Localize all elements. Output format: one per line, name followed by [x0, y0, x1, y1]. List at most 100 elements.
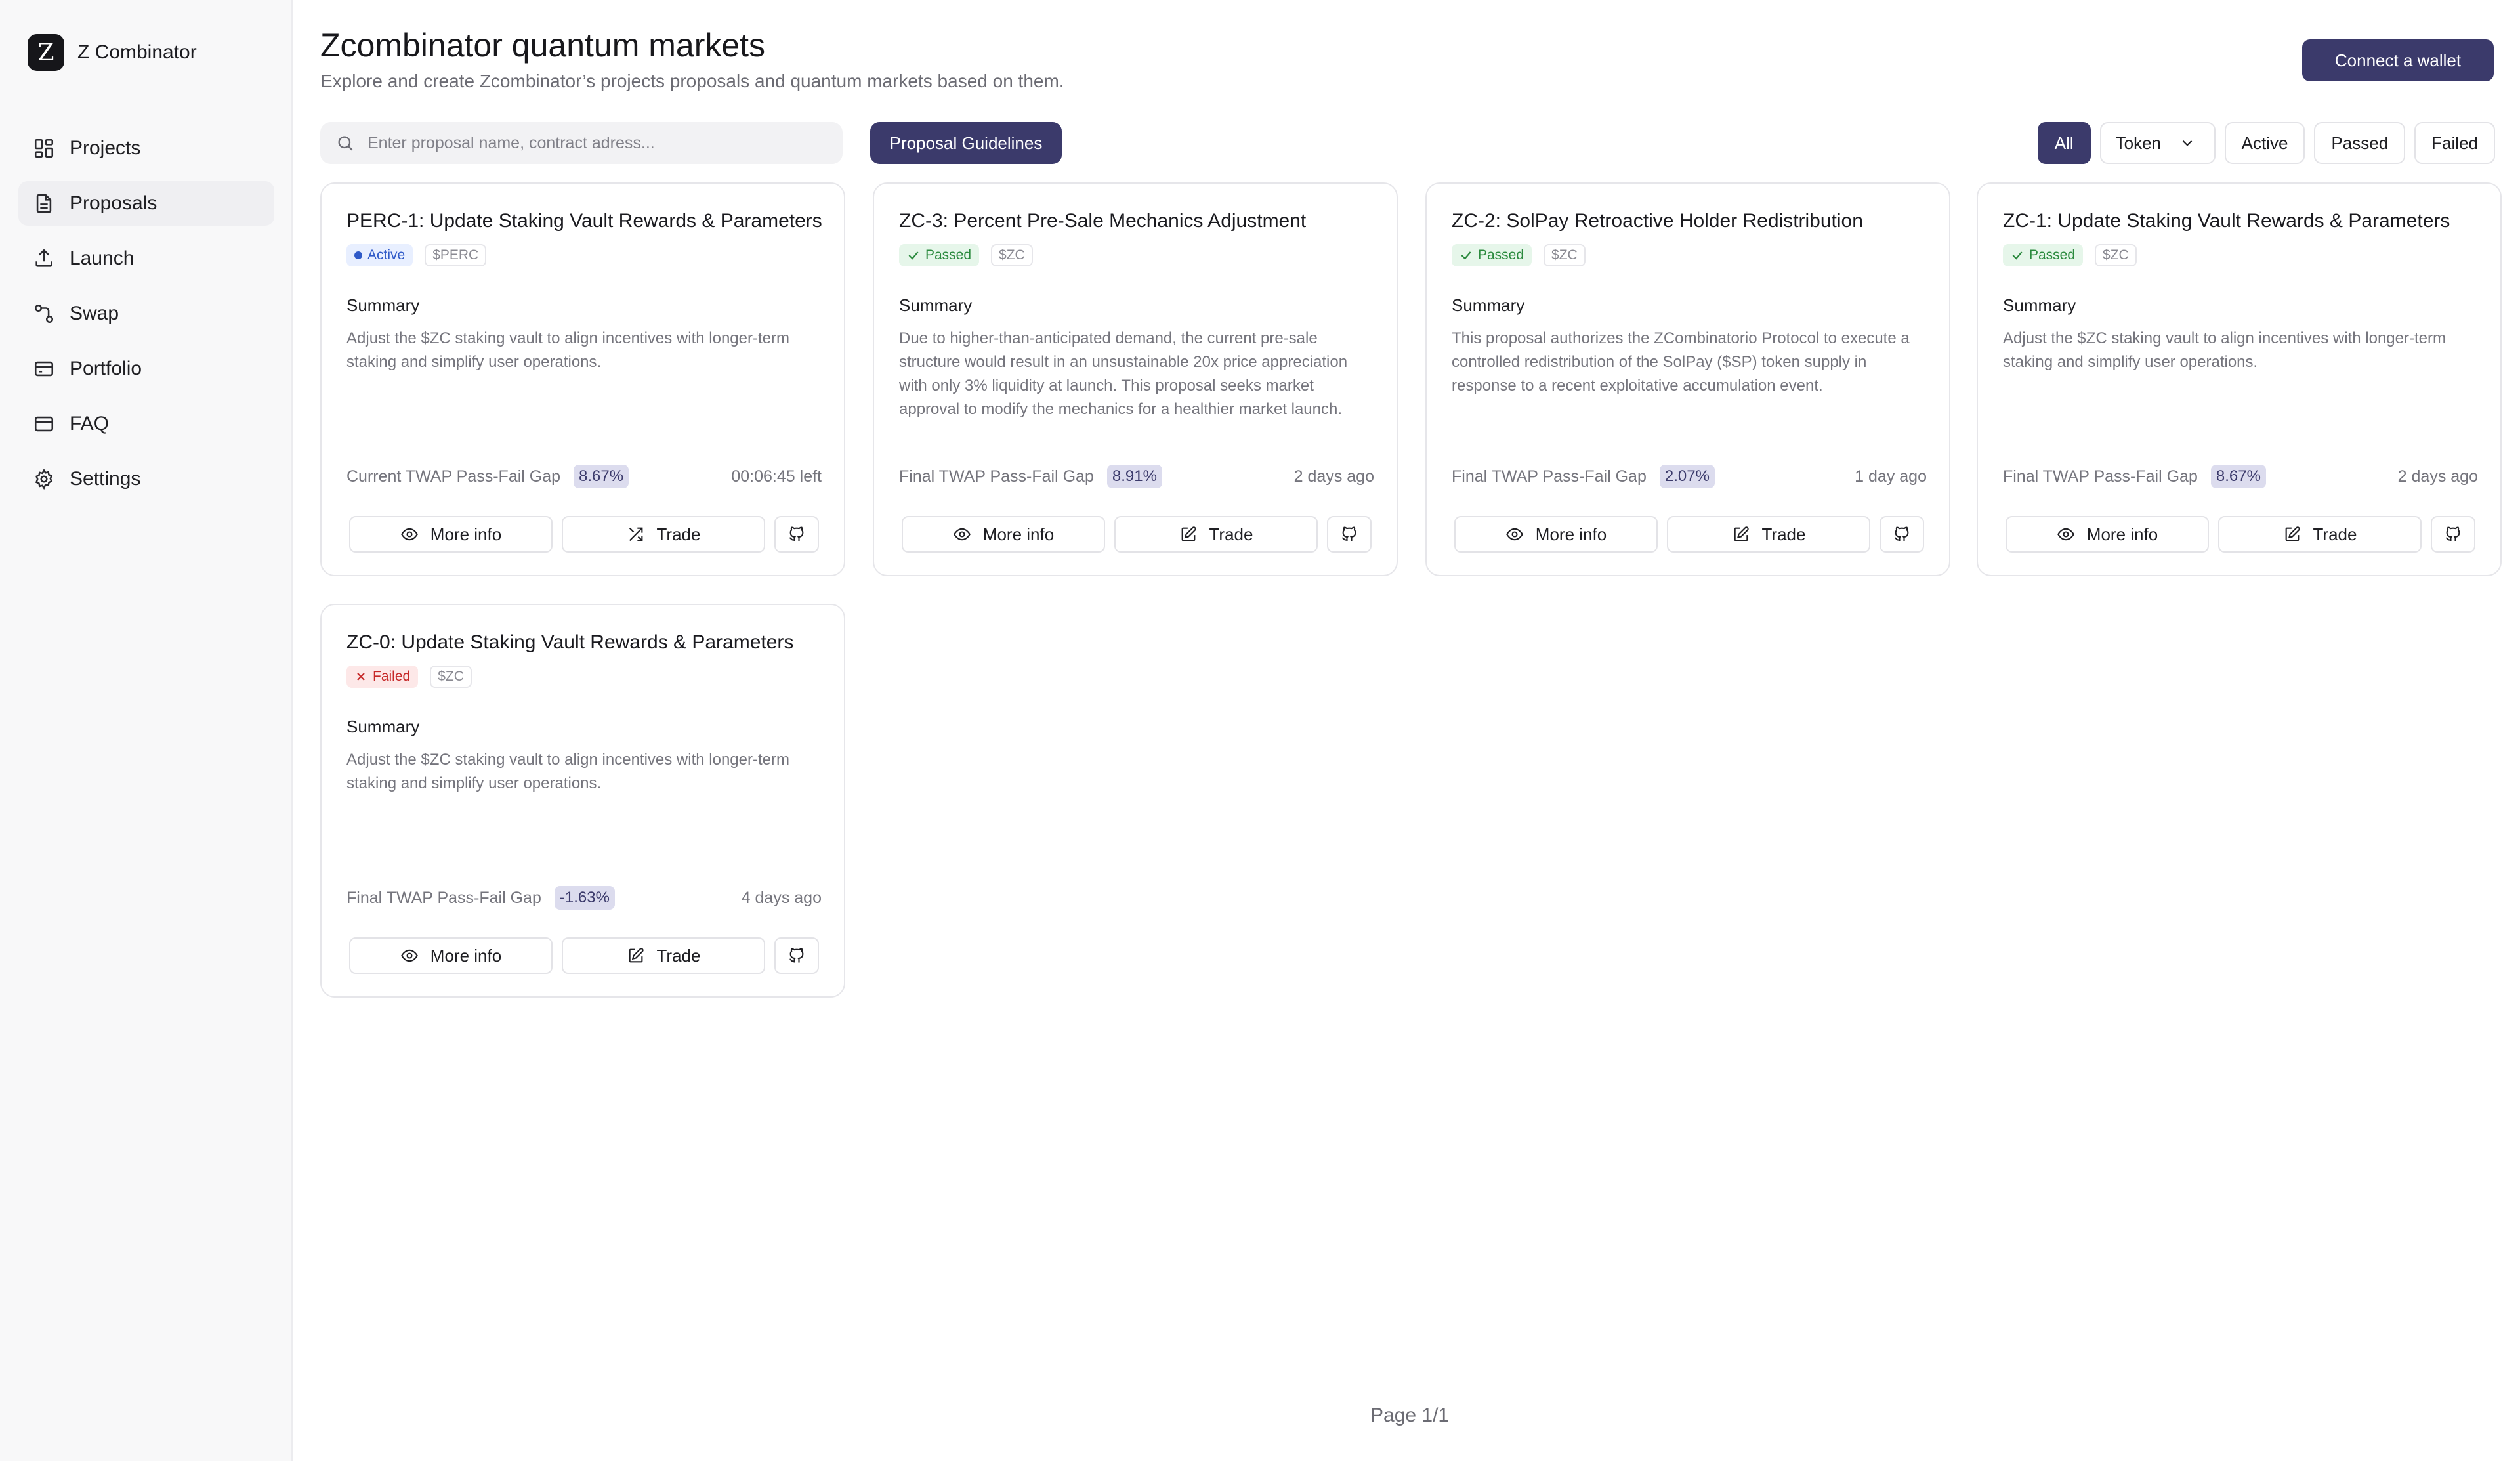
metric-label: Final TWAP Pass-Fail Gap: [1452, 467, 1647, 486]
filter-active[interactable]: Active: [2224, 122, 2305, 164]
sidebar-item-projects[interactable]: Projects: [18, 126, 274, 171]
check-icon: [1461, 251, 1471, 260]
edit-icon: [629, 948, 644, 963]
card-actions: More info Trade: [349, 937, 819, 974]
trade-button[interactable]: Trade: [562, 937, 765, 974]
proposal-card[interactable]: ZC-2: SolPay Retroactive Holder Redistri…: [1425, 182, 1950, 576]
sidebar-item-label: Launch: [70, 247, 135, 269]
sidebar-nav: Projects Proposals Launch Swap Portfolio…: [18, 126, 274, 512]
trend-arrows-icon: [629, 527, 642, 541]
time-remaining: 00:06:45 left: [731, 467, 822, 486]
chevron-down-icon: [2182, 140, 2192, 146]
twap-metric: Final TWAP Pass-Fail Gap 8.91% 2 days ag…: [899, 465, 1374, 488]
token-ticker: $ZC: [1544, 244, 1586, 266]
proposal-card[interactable]: ZC-1: Update Staking Vault Rewards & Par…: [1977, 182, 2502, 576]
filter-token-dropdown[interactable]: Token: [2099, 122, 2216, 164]
proposal-card[interactable]: PERC-1: Update Staking Vault Rewards & P…: [320, 182, 845, 576]
twap-metric: Current TWAP Pass-Fail Gap 8.67% 00:06:4…: [346, 465, 822, 488]
status-filters: All Token Active Passed Failed: [2037, 122, 2495, 164]
more-info-button[interactable]: More info: [2006, 516, 2209, 553]
status-badge-label: Failed: [373, 669, 411, 684]
token-ticker: $ZC: [991, 244, 1033, 266]
more-info-button[interactable]: More info: [1454, 516, 1658, 553]
summary-heading: Summary: [2003, 295, 2076, 315]
status-badge: Failed: [346, 666, 419, 688]
sidebar-item-label: Settings: [70, 468, 141, 490]
metric-value: 8.67%: [2210, 465, 2266, 488]
more-info-button[interactable]: More info: [349, 937, 553, 974]
pagination-label: Page 1/1: [1370, 1405, 1450, 1426]
proposal-card[interactable]: ZC-0: Update Staking Vault Rewards & Par…: [320, 604, 845, 998]
proposal-title: ZC-1: Update Staking Vault Rewards & Par…: [2003, 210, 2450, 232]
metric-label: Final TWAP Pass-Fail Gap: [899, 467, 1094, 486]
proposal-title: PERC-1: Update Staking Vault Rewards & P…: [346, 210, 822, 232]
more-info-label: More info: [430, 524, 502, 544]
card-icon: [34, 416, 54, 432]
active-dot-icon: [354, 251, 362, 259]
metric-value: 2.07%: [1659, 465, 1715, 488]
proposal-tags: Failed $ZC: [346, 666, 472, 688]
connect-wallet-button[interactable]: Connect a wallet: [2302, 39, 2494, 81]
summary-heading: Summary: [1452, 295, 1525, 315]
edit-icon: [1181, 526, 1196, 541]
search-icon: [338, 136, 353, 151]
summary-text: Adjust the $ZC staking vault to align in…: [346, 329, 789, 371]
proposal-guidelines-button[interactable]: Proposal Guidelines: [870, 122, 1062, 164]
twap-metric: Final TWAP Pass-Fail Gap -1.63% 4 days a…: [346, 886, 822, 910]
card-actions: More info Trade: [902, 516, 1372, 553]
summary-heading: Summary: [346, 717, 420, 736]
filter-passed[interactable]: Passed: [2314, 122, 2406, 164]
github-button[interactable]: [2431, 516, 2475, 553]
more-info-button[interactable]: More info: [902, 516, 1105, 553]
search-input[interactable]: [368, 133, 827, 153]
trade-button[interactable]: Trade: [2218, 516, 2422, 553]
proposal-tags: Passed $ZC: [899, 244, 1033, 266]
sidebar-item-launch[interactable]: Launch: [18, 236, 274, 281]
more-info-button[interactable]: More info: [349, 516, 553, 553]
sidebar-item-proposals[interactable]: Proposals: [18, 181, 274, 226]
brand-name: Z Combinator: [77, 41, 197, 63]
page-title: Zcombinator quantum markets: [320, 27, 766, 64]
github-icon: [1895, 526, 1909, 541]
filter-token-label: Token: [2115, 133, 2162, 153]
trade-label: Trade: [1209, 524, 1253, 544]
metric-label: Current TWAP Pass-Fail Gap: [346, 467, 561, 486]
eye-icon: [2057, 528, 2074, 541]
edit-icon: [1734, 526, 1749, 541]
github-button[interactable]: [774, 516, 819, 553]
summary-heading: Summary: [899, 295, 973, 315]
check-icon: [2012, 251, 2023, 260]
more-info-label: More info: [2086, 524, 2158, 544]
status-badge-label: Active: [368, 247, 406, 263]
card-actions: More info Trade: [349, 516, 819, 553]
github-button[interactable]: [774, 937, 819, 974]
brand[interactable]: Z Z Combinator: [28, 34, 197, 71]
sidebar-item-portfolio[interactable]: Portfolio: [18, 347, 274, 391]
trade-label: Trade: [2313, 524, 2357, 544]
sidebar-item-label: Portfolio: [70, 358, 142, 379]
proposal-card[interactable]: ZC-3: Percent Pre-Sale Mechanics Adjustm…: [873, 182, 1398, 576]
github-icon: [1342, 526, 1356, 541]
time-ago: 4 days ago: [741, 888, 822, 907]
github-button[interactable]: [1880, 516, 1924, 553]
trade-label: Trade: [1761, 524, 1806, 544]
token-ticker: $ZC: [2095, 244, 2137, 266]
sidebar-item-settings[interactable]: Settings: [18, 457, 274, 501]
sidebar-item-swap[interactable]: Swap: [18, 291, 274, 336]
trade-button[interactable]: Trade: [1667, 516, 1870, 553]
filter-all[interactable]: All: [2037, 122, 2091, 164]
metric-label: Final TWAP Pass-Fail Gap: [2003, 467, 2198, 486]
sidebar-item-faq[interactable]: FAQ: [18, 402, 274, 446]
filter-failed[interactable]: Failed: [2414, 122, 2495, 164]
more-info-label: More info: [430, 945, 502, 965]
sidebar-item-label: Projects: [70, 137, 141, 159]
metric-label: Final TWAP Pass-Fail Gap: [346, 888, 541, 907]
eye-icon: [953, 528, 971, 541]
trade-button[interactable]: Trade: [562, 516, 765, 553]
eye-icon: [400, 528, 418, 541]
proposal-tags: Active $PERC: [346, 244, 487, 266]
github-button[interactable]: [1327, 516, 1372, 553]
trade-button[interactable]: Trade: [1114, 516, 1318, 553]
github-icon: [789, 526, 804, 541]
proposal-title: ZC-2: SolPay Retroactive Holder Redistri…: [1452, 210, 1863, 232]
